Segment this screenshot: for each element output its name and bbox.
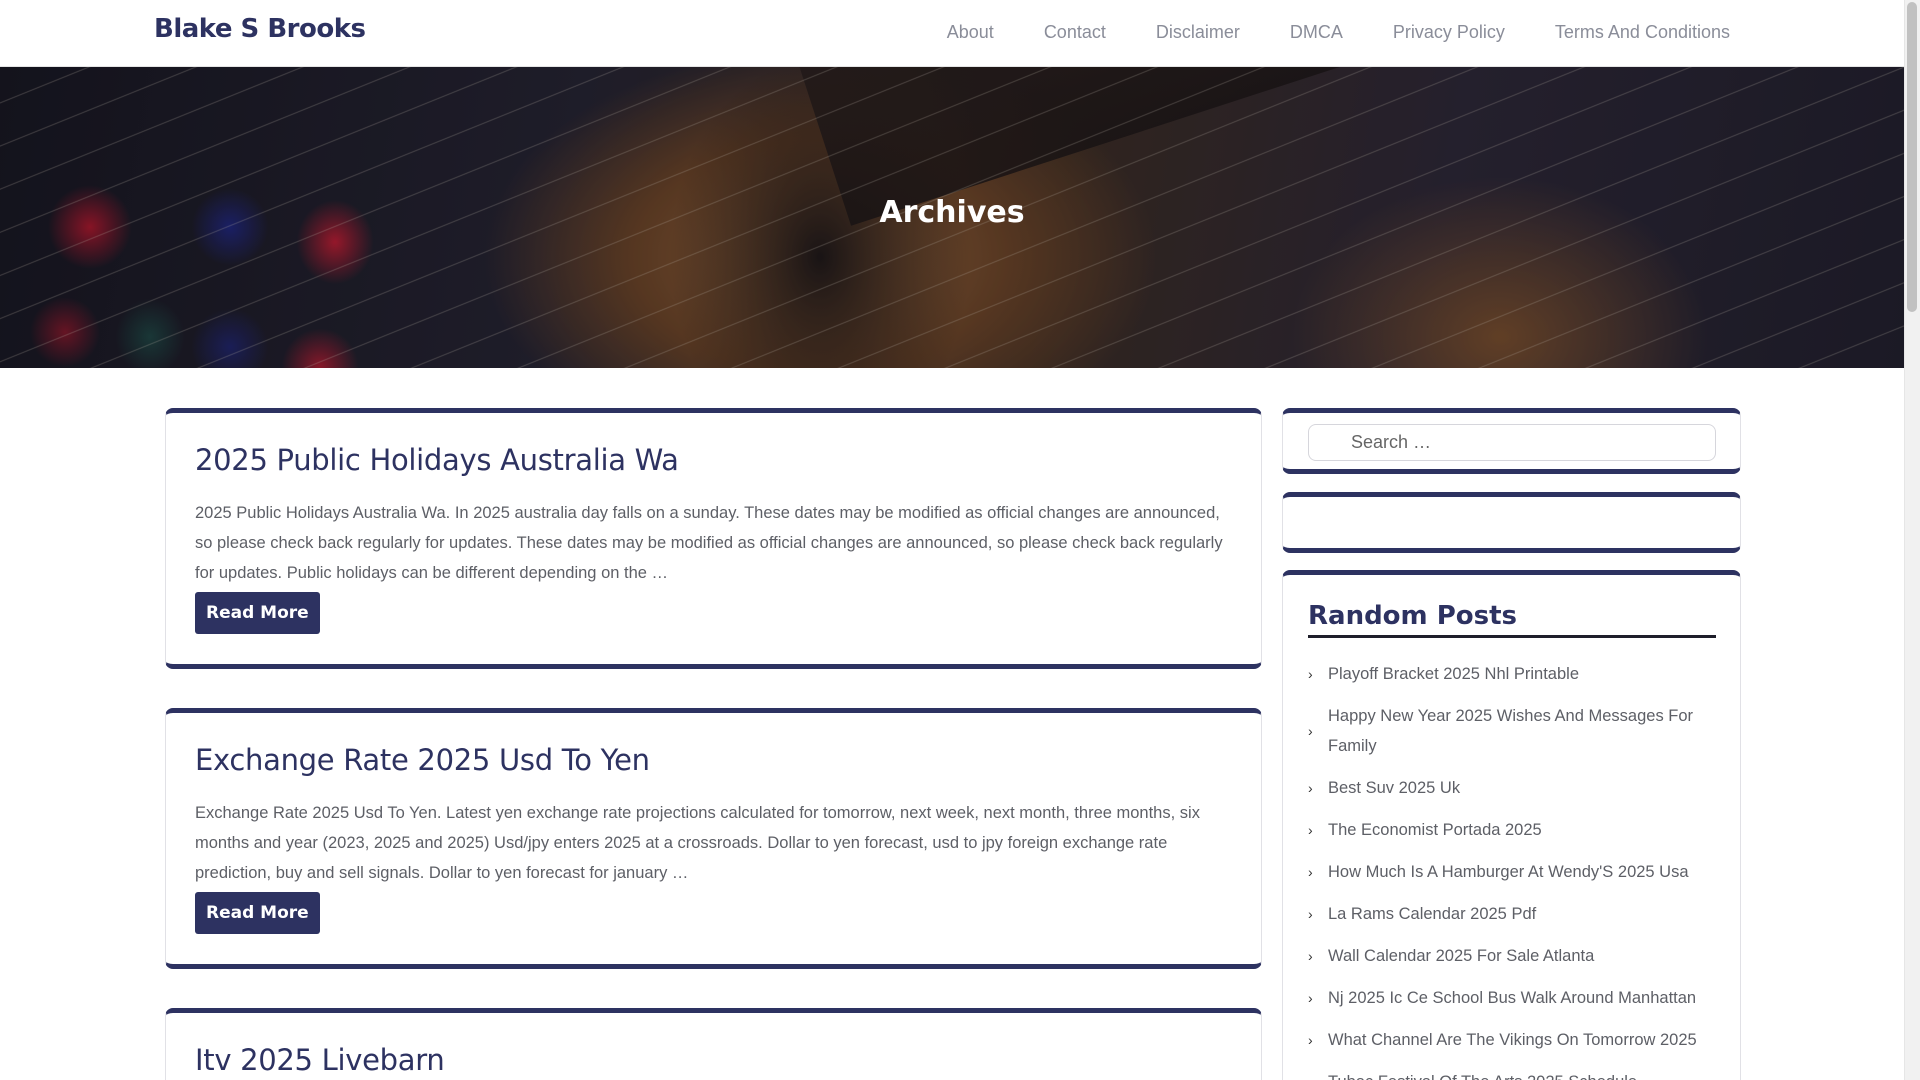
page-scrollbar[interactable] <box>1904 0 1920 1080</box>
site-title[interactable]: Blake S Brooks <box>154 14 366 44</box>
chevron-right-icon: › <box>1308 948 1313 964</box>
list-item-label[interactable]: Best Suv 2025 Uk <box>1328 773 1716 803</box>
nav-disclaimer[interactable]: Disclaimer <box>1156 22 1240 43</box>
post-excerpt: Exchange Rate 2025 Usd To Yen. Latest ye… <box>195 803 1200 882</box>
list-item[interactable]: › What Channel Are The Vikings On Tomorro… <box>1308 1025 1716 1055</box>
chevron-right-icon: › <box>1308 723 1313 739</box>
hero-banner: Archives <box>0 67 1904 368</box>
random-posts-widget: Random Posts › Playoff Bracket 2025 Nhl P… <box>1282 570 1741 1080</box>
nav-about[interactable]: About <box>947 22 994 43</box>
site-header: Blake S Brooks About Contact Disclaimer … <box>0 0 1904 67</box>
list-item-label[interactable]: Happy New Year 2025 Wishes And Messages … <box>1328 701 1716 761</box>
chevron-right-icon: › <box>1308 666 1313 682</box>
list-item-label[interactable]: Playoff Bracket 2025 Nhl Printable <box>1328 659 1716 689</box>
list-item[interactable]: › Happy New Year 2025 Wishes And Messages… <box>1308 701 1716 761</box>
widget-heading: Random Posts <box>1308 601 1716 638</box>
chevron-right-icon: › <box>1308 864 1313 880</box>
list-item-label[interactable]: How Much Is A Hamburger At Wendy'S 2025 … <box>1328 857 1716 887</box>
post-title[interactable]: Itv 2025 Livebarn <box>195 1043 1232 1078</box>
list-item-label[interactable]: What Channel Are The Vikings On Tomorrow… <box>1328 1025 1716 1055</box>
list-item[interactable]: ›Tubac Festival Of The Arts 2025 Schedul… <box>1308 1067 1716 1080</box>
chevron-right-icon: › <box>1308 990 1313 1006</box>
chevron-right-icon: › <box>1308 1032 1313 1048</box>
post-card: Itv 2025 Livebarn <box>165 1008 1262 1080</box>
list-item-label[interactable]: Wall Calendar 2025 For Sale Atlanta <box>1328 941 1716 971</box>
main-nav: About Contact Disclaimer DMCA Privacy Po… <box>897 22 1730 43</box>
list-item[interactable]: › La Rams Calendar 2025 Pdf <box>1308 899 1716 929</box>
nav-privacy-policy[interactable]: Privacy Policy <box>1393 22 1505 43</box>
list-item[interactable]: › Wall Calendar 2025 For Sale Atlanta <box>1308 941 1716 971</box>
empty-widget <box>1282 492 1741 553</box>
list-item[interactable]: › How Much Is A Hamburger At Wendy'S 2025… <box>1308 857 1716 887</box>
chevron-right-icon: › <box>1308 822 1313 838</box>
list-item-label[interactable]: The Economist Portada 2025 <box>1328 815 1716 845</box>
random-posts-list: › Playoff Bracket 2025 Nhl Printable › Hap… <box>1308 659 1716 1080</box>
chevron-right-icon: › <box>1308 1067 1328 1080</box>
post-card: 2025 Public Holidays Australia Wa 2025 P… <box>165 408 1262 669</box>
search-input[interactable]: Search … <box>1308 424 1716 461</box>
post-title[interactable]: Exchange Rate 2025 Usd To Yen <box>195 743 1232 778</box>
nav-contact[interactable]: Contact <box>1044 22 1106 43</box>
list-item[interactable]: › Playoff Bracket 2025 Nhl Printable <box>1308 659 1716 689</box>
search-widget: Search … <box>1282 408 1741 474</box>
list-item-label[interactable]: Tubac Festival Of The Arts 2025 Schedule <box>1328 1067 1716 1080</box>
post-excerpt: 2025 Public Holidays Australia Wa. In 20… <box>195 503 1223 582</box>
nav-terms[interactable]: Terms And Conditions <box>1555 22 1730 43</box>
read-more-button[interactable]: Read More <box>195 891 320 934</box>
list-item[interactable]: › The Economist Portada 2025 <box>1308 815 1716 845</box>
list-item-label[interactable]: La Rams Calendar 2025 Pdf <box>1328 899 1716 929</box>
list-item[interactable]: › Nj 2025 Ic Ce School Bus Walk Around Ma… <box>1308 983 1716 1013</box>
nav-dmca[interactable]: DMCA <box>1290 22 1343 43</box>
scrollbar-thumb[interactable] <box>1907 2 1917 312</box>
chevron-right-icon: › <box>1308 780 1313 796</box>
page-title: Archives <box>879 195 1025 230</box>
post-title[interactable]: 2025 Public Holidays Australia Wa <box>195 443 1232 478</box>
list-item-label[interactable]: Nj 2025 Ic Ce School Bus Walk Around Man… <box>1328 983 1716 1013</box>
read-more-button[interactable]: Read More <box>195 591 320 634</box>
list-item[interactable]: › Best Suv 2025 Uk <box>1308 773 1716 803</box>
post-card: Exchange Rate 2025 Usd To Yen Exchange R… <box>165 708 1262 969</box>
chevron-right-icon: › <box>1308 906 1313 922</box>
